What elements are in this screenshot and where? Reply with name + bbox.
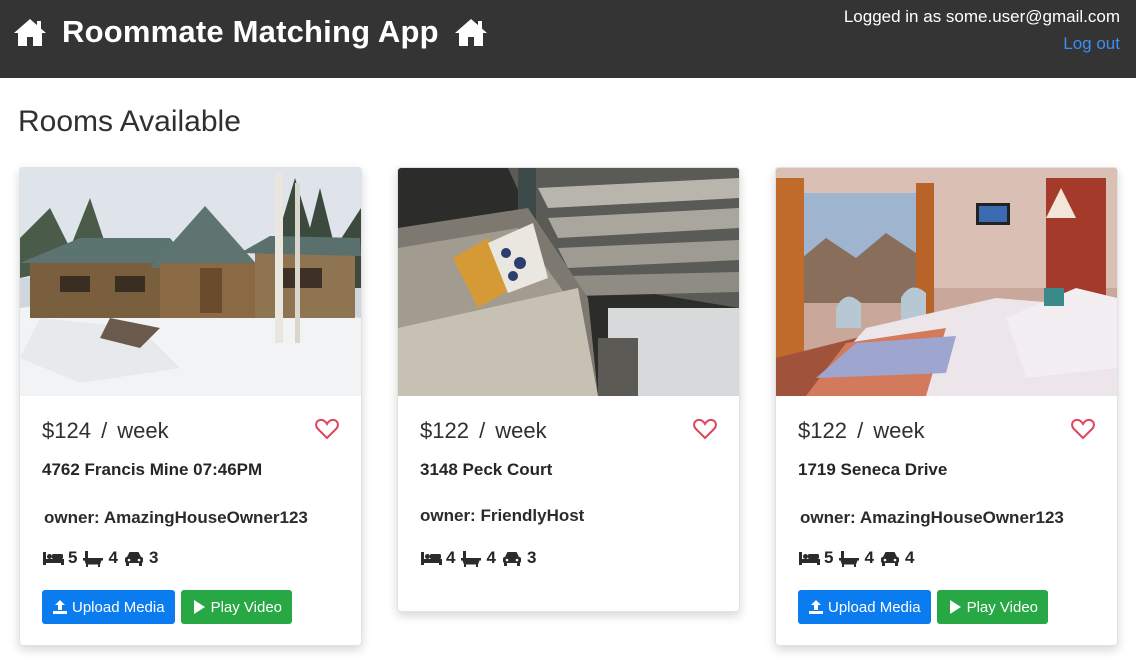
upload-media-label: Upload Media bbox=[72, 598, 165, 616]
beds-count: 5 bbox=[68, 548, 78, 567]
play-icon bbox=[191, 599, 207, 615]
play-video-label: Play Video bbox=[966, 598, 1039, 616]
listing-photo bbox=[398, 168, 739, 396]
listing-card: $122 / week 1719 Seneca Drive owner: Ama… bbox=[775, 167, 1118, 646]
bed-icon bbox=[42, 549, 64, 567]
listing-address: 4762 Francis Mine 07:46PM bbox=[42, 460, 263, 479]
price: $122 / week bbox=[798, 418, 925, 443]
car-icon bbox=[501, 549, 523, 567]
price-amount: $122 bbox=[798, 418, 847, 443]
card-actions: Upload Media Play Video bbox=[798, 590, 1049, 624]
brand[interactable]: Roommate Matching App bbox=[12, 12, 489, 52]
listing-owner: owner: AmazingHouseOwner123 bbox=[44, 508, 308, 527]
listing-owner: owner: AmazingHouseOwner123 bbox=[800, 508, 1064, 527]
bath-icon bbox=[460, 549, 482, 567]
parking-count: 3 bbox=[526, 548, 537, 567]
play-icon bbox=[947, 599, 963, 615]
home-icon bbox=[12, 16, 48, 48]
amenities: 5 4 3 bbox=[42, 548, 163, 568]
upload-media-label: Upload Media bbox=[828, 598, 921, 616]
price-period: week bbox=[117, 418, 169, 443]
amenities: 5 4 4 bbox=[798, 548, 919, 568]
home-icon bbox=[453, 16, 489, 48]
logout-link[interactable]: Log out bbox=[1063, 33, 1120, 55]
play-video-button[interactable]: Play Video bbox=[180, 590, 293, 624]
listing-address: 1719 Seneca Drive bbox=[798, 460, 948, 479]
upload-media-button[interactable]: Upload Media bbox=[798, 590, 931, 624]
heart-icon[interactable] bbox=[1071, 418, 1095, 440]
listing-card: $124 / week 4762 Francis Mine 07:46PM ow… bbox=[19, 167, 362, 646]
app-title: Roommate Matching App bbox=[62, 14, 439, 49]
bath-icon bbox=[838, 549, 860, 567]
price-period: week bbox=[873, 418, 925, 443]
upload-icon bbox=[52, 599, 68, 615]
upload-icon bbox=[808, 599, 824, 615]
beds-count: 4 bbox=[446, 548, 456, 567]
price: $122 / week bbox=[420, 418, 547, 443]
baths-count: 4 bbox=[486, 548, 496, 567]
user-area: Logged in as some.user@gmail.com Log out bbox=[844, 6, 1120, 55]
upload-media-button[interactable]: Upload Media bbox=[42, 590, 175, 624]
beds-count: 5 bbox=[824, 548, 834, 567]
card-actions: Upload Media Play Video bbox=[42, 590, 293, 624]
heart-icon[interactable] bbox=[315, 418, 339, 440]
page-title: Rooms Available bbox=[18, 105, 241, 138]
price-row: $122 / week bbox=[798, 418, 1097, 448]
parking-count: 3 bbox=[148, 548, 159, 567]
heart-icon[interactable] bbox=[693, 418, 717, 440]
listing-photo bbox=[776, 168, 1117, 396]
price: $124 / week bbox=[42, 418, 169, 443]
logged-in-text: Logged in as some.user@gmail.com bbox=[843, 7, 1120, 26]
listing-card: $122 / week 3148 Peck Court owner: Frien… bbox=[397, 167, 740, 612]
bed-icon bbox=[798, 549, 820, 567]
car-icon bbox=[879, 549, 901, 567]
listing-owner: owner: FriendlyHost bbox=[420, 506, 585, 525]
baths-count: 4 bbox=[864, 548, 874, 567]
listing-photo bbox=[20, 168, 361, 396]
amenities: 4 4 3 bbox=[420, 548, 541, 568]
price-amount: $122 bbox=[420, 418, 469, 443]
car-icon bbox=[123, 549, 145, 567]
play-video-button[interactable]: Play Video bbox=[936, 590, 1049, 624]
price-amount: $124 bbox=[42, 418, 91, 443]
price-row: $122 / week bbox=[420, 418, 719, 448]
navbar: Roommate Matching App Logged in as some.… bbox=[0, 0, 1136, 78]
parking-count: 4 bbox=[904, 548, 915, 567]
listing-address: 3148 Peck Court bbox=[420, 460, 553, 479]
price-row: $124 / week bbox=[42, 418, 341, 448]
bed-icon bbox=[420, 549, 442, 567]
baths-count: 4 bbox=[108, 548, 118, 567]
bath-icon bbox=[82, 549, 104, 567]
price-period: week bbox=[495, 418, 547, 443]
play-video-label: Play Video bbox=[210, 598, 283, 616]
